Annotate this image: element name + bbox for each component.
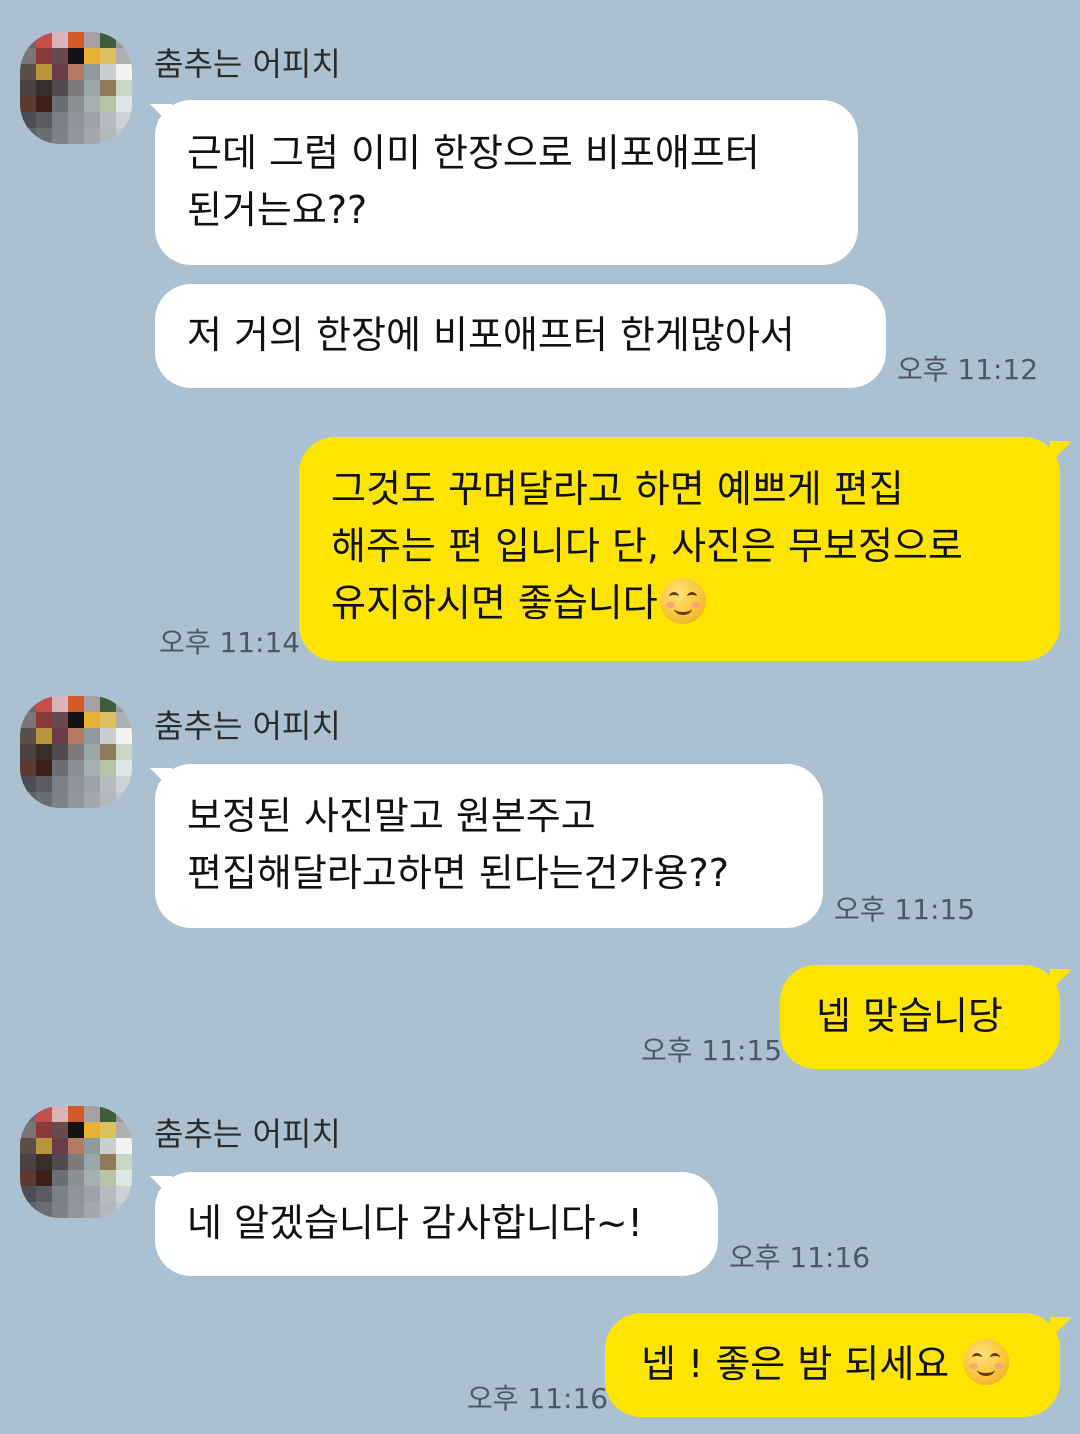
message-timestamp: 오후 11:12: [897, 353, 1039, 386]
message-timestamp: 오후 11:14: [159, 626, 301, 659]
message-timestamp: 오후 11:15: [834, 893, 976, 926]
sender-name: 춤추는 어피치: [154, 45, 341, 83]
message-text: 된거는요??: [187, 188, 368, 232]
sender-name: 춤추는 어피치: [154, 1115, 341, 1153]
message-text: 보정된 사진말고 원본주고: [187, 794, 596, 838]
bubble-tail: [1050, 969, 1072, 991]
message-bubble-outgoing[interactable]: 넵 ! 좋은 밤 되세요: [605, 1313, 1060, 1417]
message-text: 저 거의 한장에 비포애프터 한게많아서: [187, 313, 795, 357]
message-text: 편집해달라고하면 된다는건가용??: [187, 851, 729, 895]
message-text: 근데 그럼 이미 한장으로 비포애프터: [187, 131, 760, 175]
smiling-face-icon: [659, 578, 706, 624]
message-bubble-incoming[interactable]: 근데 그럼 이미 한장으로 비포애프터 된거는요??: [155, 100, 858, 265]
message-text: 네 알겠습니다 감사합니다~!: [187, 1201, 643, 1245]
sender-avatar[interactable]: [20, 1106, 132, 1218]
message-text: 넵 ! 좋은 밤 되세요: [641, 1342, 962, 1386]
message-text: 넵 맞습니당: [816, 994, 1003, 1038]
message-text: 그것도 꾸며달라고 하면 예쁘게 편집: [331, 467, 904, 511]
message-bubble-incoming[interactable]: 저 거의 한장에 비포애프터 한게많아서: [155, 284, 886, 388]
message-timestamp: 오후 11:15: [641, 1034, 783, 1067]
message-bubble-outgoing[interactable]: 넵 맞습니당: [780, 965, 1060, 1069]
sender-name: 춤추는 어피치: [154, 707, 341, 745]
message-bubble-incoming[interactable]: 네 알겠습니다 감사합니다~!: [155, 1172, 718, 1276]
sender-avatar[interactable]: [20, 32, 132, 144]
sender-avatar[interactable]: [20, 696, 132, 808]
message-timestamp: 오후 11:16: [467, 1382, 609, 1415]
message-text: 해주는 편 입니다 단, 사진은 무보정으로: [331, 524, 963, 568]
message-text: 유지하시면 좋습니다: [331, 581, 658, 625]
bubble-tail: [1050, 1317, 1072, 1339]
bubble-tail: [1050, 441, 1072, 463]
smiling-face-icon: [963, 1339, 1010, 1385]
message-bubble-incoming[interactable]: 보정된 사진말고 원본주고 편집해달라고하면 된다는건가용??: [155, 764, 823, 928]
message-timestamp: 오후 11:16: [729, 1241, 871, 1274]
message-bubble-outgoing[interactable]: 그것도 꾸며달라고 하면 예쁘게 편집 해주는 편 입니다 단, 사진은 무보정…: [299, 437, 1060, 661]
